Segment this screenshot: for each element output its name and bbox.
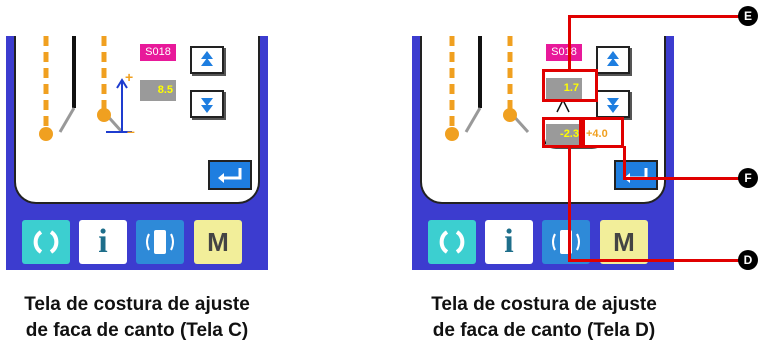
info-button[interactable]: i [79,220,127,264]
caption-line-2: de faca de canto (Tela D) [432,320,656,341]
highlight-box-d [542,117,582,148]
mode-icon: M [613,227,635,257]
ready-button[interactable] [22,220,70,264]
highlight-box-e [542,69,598,102]
svg-text:+: + [125,69,133,85]
svg-text:–: – [127,123,135,139]
callout-f: F [738,168,758,188]
mode-button[interactable]: M [600,220,648,264]
enter-arrow-icon [624,168,648,183]
screen-d-caption: Tela de costura de ajuste de faca de can… [394,292,694,344]
screen-c-frame: + – S018 8.5 [6,36,268,212]
pattern-code-label: S018 [140,44,176,61]
info-icon: i [504,223,514,260]
communication-button[interactable] [136,220,184,264]
screen-c-panel: + – S018 8.5 i M [6,36,268,270]
decrease-button[interactable] [190,90,224,118]
circle-arrows-icon [439,230,465,254]
highlight-box-f [582,117,624,148]
mode-button[interactable]: M [194,220,242,264]
decrease-button[interactable] [596,90,630,118]
double-up-arrow-icon [607,51,619,66]
caption-line-2: de faca de canto (Tela C) [25,320,249,341]
callout-e: E [738,6,758,26]
leader-line-e-horizontal [568,15,740,18]
mode-icon: M [207,227,229,257]
caption-line-1: Tela de costura de ajuste [431,294,657,315]
screen-c-footer: i M [6,212,268,270]
leader-line-d-horizontal [568,259,740,262]
info-button[interactable]: i [485,220,533,264]
double-down-arrow-icon [201,98,213,113]
ready-button[interactable] [428,220,476,264]
increase-button[interactable] [596,46,630,74]
communication-button[interactable] [542,220,590,264]
leader-line-d-vertical [568,146,571,262]
communication-icon [146,230,174,254]
caption-line-1: Tela de costura de ajuste [24,294,250,315]
double-down-arrow-icon [607,98,619,113]
screen-c-display: + – S018 8.5 [14,36,260,204]
enter-button[interactable] [208,160,252,190]
leader-line-f-horizontal [623,177,740,180]
pattern-code-label: S018 [546,44,582,61]
screen-c-caption: Tela de costura de ajuste de faca de can… [0,292,287,344]
double-up-arrow-icon [201,51,213,66]
enter-button[interactable] [614,160,658,190]
callout-d: D [738,250,758,270]
enter-arrow-icon [218,168,242,183]
adjust-value-display: 8.5 [140,80,176,101]
increase-button[interactable] [190,46,224,74]
leader-line-f-vertical [623,146,626,180]
info-icon: i [98,223,108,260]
communication-icon [552,230,580,254]
leader-line-e-vertical [568,15,571,71]
circle-arrows-icon [33,230,59,254]
